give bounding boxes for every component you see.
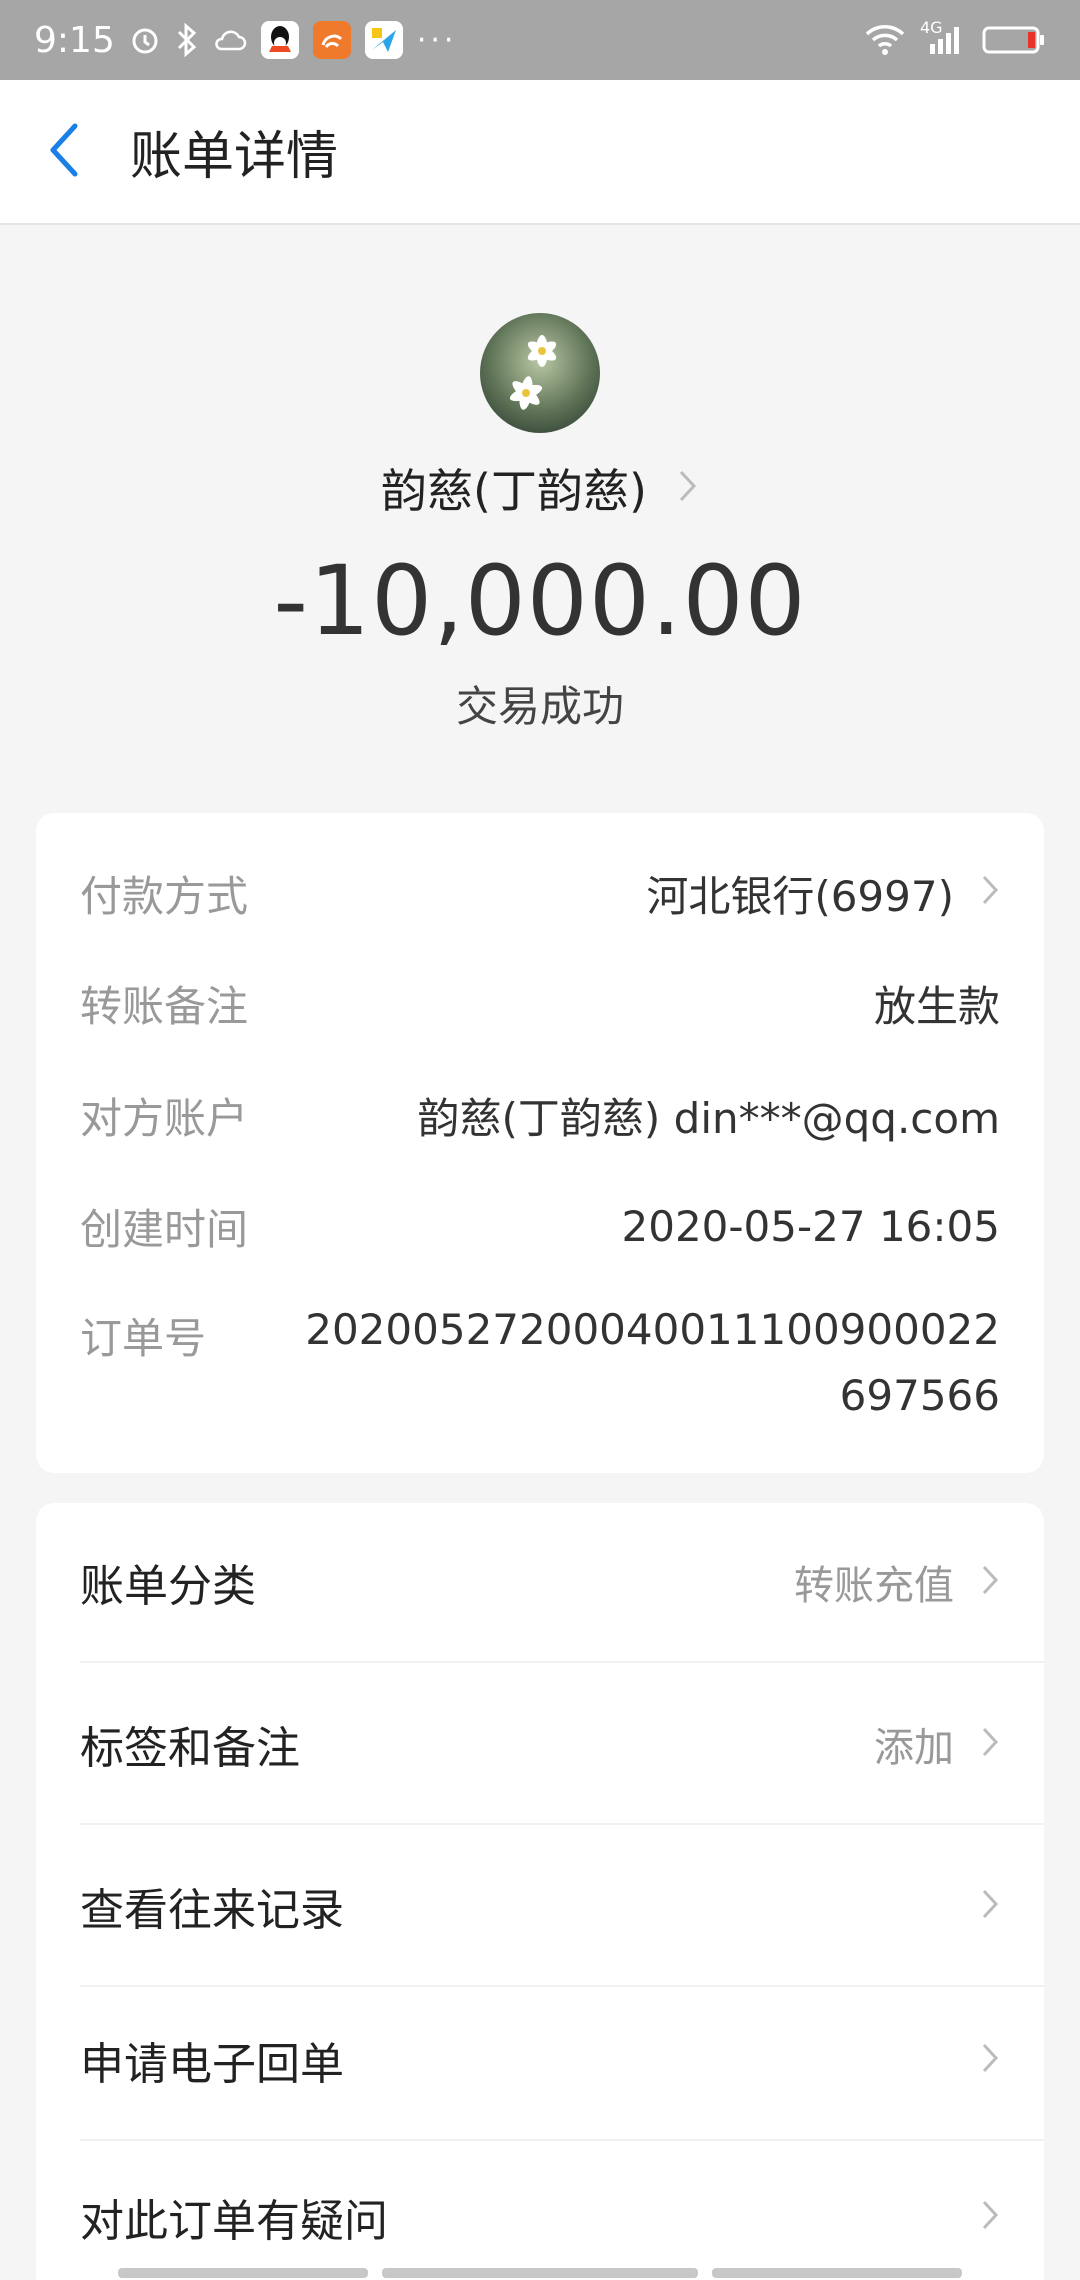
- bill-category-right: 转账充值: [794, 1553, 1000, 1611]
- actions-card: 账单分类 转账充值 标签和备注 添加 查看往来记录 申请电子回单 对此订单有疑问: [36, 1503, 1044, 2280]
- electronic-receipt-right: [980, 2040, 1000, 2080]
- bill-category-value: 转账充值: [794, 1563, 954, 1609]
- chevron-right-icon: [980, 1886, 1000, 1926]
- page-title: 账单详情: [130, 127, 339, 187]
- payment-method-row[interactable]: 付款方式 河北银行(6997): [80, 863, 1000, 924]
- tags-notes-value: 添加: [874, 1725, 954, 1771]
- transaction-amount: -10,000.00: [273, 545, 807, 657]
- order-question-row[interactable]: 对此订单有疑问: [80, 2137, 1044, 2280]
- status-time: 9:15: [34, 19, 115, 61]
- uc-browser-icon: [312, 21, 351, 59]
- battery-icon: [982, 25, 1046, 55]
- chevron-right-icon: [980, 869, 1000, 918]
- status-bar: 9:15 ··· 4G: [0, 0, 1080, 80]
- bluetooth-icon: [175, 23, 199, 57]
- bottom-toolbar-edge: [0, 2268, 1080, 2280]
- order-number-value: 20200527200040011100900022697566: [305, 1305, 1000, 1420]
- view-history-label: 查看往来记录: [80, 1885, 344, 1936]
- counterparty-row[interactable]: 韵慈(丁韵慈): [0, 455, 1080, 521]
- electronic-receipt-label: 申请电子回单: [80, 2039, 344, 2090]
- order-number-label: 订单号: [80, 1314, 207, 1363]
- signal-icon: 4G: [920, 18, 964, 56]
- counterparty-account-value: 韵慈(丁韵慈) din***@qq.com: [417, 1094, 1000, 1143]
- details-card: 付款方式 河北银行(6997) 转账备注 放生款 对方账户 韵慈(丁韵慈) di…: [36, 813, 1044, 1473]
- navigation-bar: 账单详情: [0, 80, 1080, 225]
- counterparty-account-label: 对方账户: [80, 1094, 249, 1143]
- back-button[interactable]: [0, 79, 130, 224]
- chevron-right-icon: [980, 1562, 1000, 1602]
- back-arrow-icon: [45, 120, 85, 184]
- transfer-note-label: 转账备注: [80, 982, 249, 1031]
- counterparty-name: 韵慈(丁韵慈): [381, 464, 647, 518]
- qq-icon: [260, 21, 299, 59]
- app-icon: [364, 21, 403, 59]
- created-time-value: 2020-05-27 16:05: [621, 1202, 1000, 1251]
- view-history-row[interactable]: 查看往来记录: [80, 1827, 1044, 1987]
- electronic-receipt-row[interactable]: 申请电子回单: [80, 1981, 1044, 2141]
- payment-method-label: 付款方式: [80, 872, 249, 921]
- chevron-right-icon: [980, 2040, 1000, 2080]
- created-time-label: 创建时间: [80, 1205, 249, 1254]
- transaction-status: 交易成功: [455, 682, 624, 731]
- tags-notes-right: 添加: [874, 1715, 1000, 1773]
- order-question-right: [980, 2197, 1000, 2237]
- weather-icon: [213, 25, 247, 55]
- chevron-right-icon: [677, 466, 699, 510]
- payment-method-value: 河北银行(6997): [646, 872, 954, 921]
- order-number-row: 订单号 20200527200040011100900022697566: [80, 1297, 1000, 1429]
- tags-notes-label: 标签和备注: [80, 1723, 300, 1774]
- chevron-right-icon: [980, 1724, 1000, 1764]
- alarm-icon: [129, 24, 161, 56]
- network-type: 4G: [920, 18, 943, 37]
- payment-method-value-wrap: 河北银行(6997): [646, 863, 1000, 924]
- more-notifications: ···: [416, 22, 458, 58]
- counterparty-account-row: 对方账户 韵慈(丁韵慈) din***@qq.com: [80, 1085, 1000, 1146]
- tags-notes-row[interactable]: 标签和备注 添加: [80, 1665, 1044, 1825]
- bill-category-label: 账单分类: [80, 1561, 256, 1612]
- status-left: 9:15 ···: [34, 20, 457, 61]
- bill-category-row[interactable]: 账单分类 转账充值: [80, 1503, 1044, 1663]
- toolbar-segment: [118, 2268, 368, 2278]
- status-right: 4G: [864, 18, 1046, 56]
- transfer-note-value: 放生款: [873, 982, 1000, 1031]
- toolbar-segment: [712, 2268, 962, 2278]
- view-history-right: [980, 1886, 1000, 1926]
- chevron-right-icon: [980, 2197, 1000, 2237]
- order-question-label: 对此订单有疑问: [80, 2196, 388, 2247]
- toolbar-segment: [382, 2268, 698, 2278]
- avatar[interactable]: [480, 313, 600, 433]
- created-time-row: 创建时间 2020-05-27 16:05: [80, 1196, 1000, 1257]
- wifi-icon: [864, 24, 906, 56]
- transfer-note-row: 转账备注 放生款: [80, 973, 1000, 1034]
